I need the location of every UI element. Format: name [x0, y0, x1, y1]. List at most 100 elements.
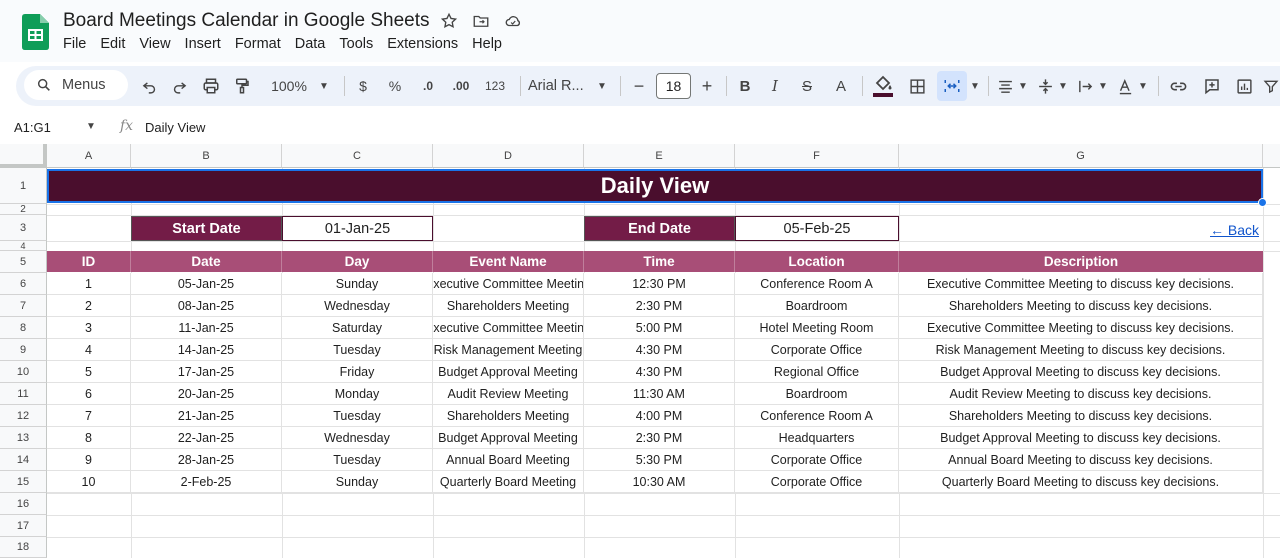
row-header-4[interactable]: 4 [0, 241, 47, 251]
fill-color-icon[interactable] [868, 66, 898, 106]
cell-description[interactable]: Budget Approval Meeting to discuss key d… [899, 427, 1263, 449]
cell-event-name[interactable]: Executive Committee Meeting [433, 317, 584, 339]
vertical-align-icon[interactable] [1032, 66, 1058, 106]
cell-time[interactable]: 5:30 PM [584, 449, 735, 471]
sheets-logo-icon[interactable] [22, 14, 49, 50]
cell-date[interactable]: 14-Jan-25 [131, 339, 282, 361]
row-header-17[interactable]: 17 [0, 515, 47, 537]
cell-description[interactable]: Shareholders Meeting to discuss key deci… [899, 295, 1263, 317]
font-dropdown-icon[interactable]: ▼ [594, 66, 610, 106]
cell-day[interactable]: Sunday [282, 273, 433, 295]
cell-event-name[interactable]: Annual Board Meeting [433, 449, 584, 471]
vertical-align-dropdown-icon[interactable]: ▼ [1056, 66, 1070, 106]
cell-location[interactable]: Boardroom [735, 295, 899, 317]
cell-id[interactable]: 3 [47, 317, 131, 339]
cell-day[interactable]: Wednesday [282, 295, 433, 317]
row-header-11[interactable]: 11 [0, 383, 47, 405]
bold-button[interactable]: B [732, 66, 758, 106]
cell-id[interactable]: 8 [47, 427, 131, 449]
cell-description[interactable]: Risk Management Meeting to discuss key d… [899, 339, 1263, 361]
cell-day[interactable]: Monday [282, 383, 433, 405]
cell-date[interactable]: 20-Jan-25 [131, 383, 282, 405]
cell-date[interactable]: 21-Jan-25 [131, 405, 282, 427]
move-folder-icon[interactable] [470, 10, 492, 32]
star-icon[interactable] [438, 10, 460, 32]
decrease-decimal-button[interactable]: .0 [414, 66, 442, 106]
text-wrap-icon[interactable] [1072, 66, 1098, 106]
cell-time[interactable]: 4:30 PM [584, 339, 735, 361]
start-date-cell[interactable]: 01-Jan-25 [282, 216, 433, 241]
cell-location[interactable]: Boardroom [735, 383, 899, 405]
cell-location[interactable]: Corporate Office [735, 339, 899, 361]
print-icon[interactable] [198, 66, 224, 106]
borders-icon[interactable] [904, 66, 930, 106]
cell-location[interactable]: Regional Office [735, 361, 899, 383]
cell-date[interactable]: 28-Jan-25 [131, 449, 282, 471]
row-header-1[interactable]: 1 [0, 168, 47, 204]
menu-data[interactable]: Data [288, 36, 333, 52]
document-title[interactable]: Board Meetings Calendar in Google Sheets [63, 10, 430, 32]
column-header-f[interactable]: F [735, 144, 899, 168]
column-header-a[interactable]: A [47, 144, 131, 168]
cell-day[interactable]: Tuesday [282, 339, 433, 361]
sheet-title-cell[interactable]: Daily View [47, 169, 1263, 203]
cell-event-name[interactable]: Audit Review Meeting [433, 383, 584, 405]
cell-time[interactable]: 4:00 PM [584, 405, 735, 427]
paint-format-icon[interactable] [229, 66, 255, 106]
name-box[interactable]: A1:G1 [14, 120, 51, 135]
column-header-c[interactable]: C [282, 144, 433, 168]
cell-description[interactable]: Shareholders Meeting to discuss key deci… [899, 405, 1263, 427]
font-size-increase-button[interactable]: + [696, 66, 718, 106]
row-header-16[interactable]: 16 [0, 493, 47, 515]
cell-event-name[interactable]: Shareholders Meeting [433, 405, 584, 427]
cell-id[interactable]: 5 [47, 361, 131, 383]
end-date-cell[interactable]: 05-Feb-25 [735, 216, 899, 241]
row-header-15[interactable]: 15 [0, 471, 47, 493]
cell-id[interactable]: 2 [47, 295, 131, 317]
cell-event-name[interactable]: Budget Approval Meeting [433, 361, 584, 383]
insert-link-icon[interactable] [1164, 66, 1192, 106]
row-header-7[interactable]: 7 [0, 295, 47, 317]
formula-input[interactable]: Daily View [145, 120, 205, 135]
cell-location[interactable]: Headquarters [735, 427, 899, 449]
spreadsheet-grid[interactable]: A B C D E F G 1 2 3 4 5 6 7 8 9 10 11 12… [0, 144, 1280, 558]
menu-help[interactable]: Help [465, 36, 509, 52]
cell-id[interactable]: 9 [47, 449, 131, 471]
menu-edit[interactable]: Edit [93, 36, 132, 52]
text-color-button[interactable]: A [828, 66, 854, 106]
currency-format-button[interactable]: $ [350, 66, 376, 106]
row-header-12[interactable]: 12 [0, 405, 47, 427]
menu-tools[interactable]: Tools [332, 36, 380, 52]
zoom-value[interactable]: 100% [266, 66, 312, 106]
merge-dropdown-icon[interactable]: ▼ [968, 66, 982, 106]
cell-location[interactable]: Corporate Office [735, 471, 899, 493]
cell-location[interactable]: Conference Room A [735, 273, 899, 295]
cell-date[interactable]: 2-Feb-25 [131, 471, 282, 493]
column-header-g[interactable]: G [899, 144, 1263, 168]
row-header-9[interactable]: 9 [0, 339, 47, 361]
cell-day[interactable]: Tuesday [282, 449, 433, 471]
cell-time[interactable]: 5:00 PM [584, 317, 735, 339]
cell-location[interactable]: Corporate Office [735, 449, 899, 471]
italic-button[interactable]: I [762, 66, 788, 106]
font-size-decrease-button[interactable]: − [628, 66, 650, 106]
row-header-14[interactable]: 14 [0, 449, 47, 471]
row-header-18[interactable]: 18 [0, 537, 47, 558]
number-format-button[interactable]: 123 [480, 66, 510, 106]
cell-location[interactable]: Conference Room A [735, 405, 899, 427]
filter-icon[interactable] [1262, 66, 1280, 106]
menu-format[interactable]: Format [228, 36, 288, 52]
menu-extensions[interactable]: Extensions [380, 36, 465, 52]
cell-id[interactable]: 4 [47, 339, 131, 361]
cell-id[interactable]: 7 [47, 405, 131, 427]
selection-fill-handle[interactable] [1258, 198, 1267, 207]
horizontal-align-icon[interactable] [992, 66, 1018, 106]
cell-event-name[interactable]: Executive Committee Meeting [433, 273, 584, 295]
back-link[interactable]: ← Back [1210, 222, 1259, 238]
font-size-input[interactable]: 18 [656, 73, 691, 99]
cell-event-name[interactable]: Risk Management Meeting [433, 339, 584, 361]
cell-description[interactable]: Budget Approval Meeting to discuss key d… [899, 361, 1263, 383]
insert-comment-icon[interactable] [1198, 66, 1226, 106]
insert-chart-icon[interactable] [1230, 66, 1258, 106]
cell-event-name[interactable]: Shareholders Meeting [433, 295, 584, 317]
